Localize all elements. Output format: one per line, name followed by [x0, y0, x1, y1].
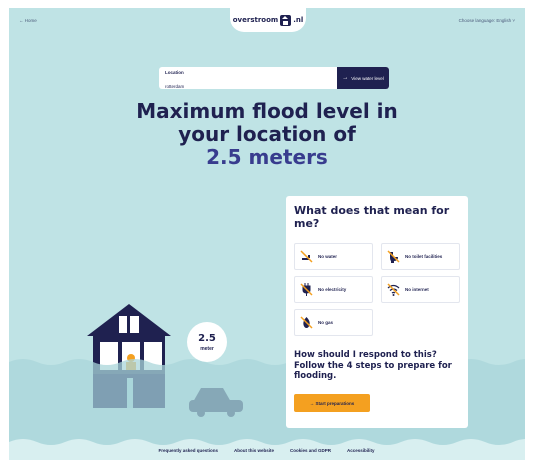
page-background: ← Home overstroom .nl Choose language: E…	[9, 8, 525, 460]
top-bar: ← Home overstroom .nl Choose language: E…	[9, 8, 525, 32]
logo-text: overstroom	[232, 16, 279, 24]
submerged-house-pillar	[127, 378, 133, 408]
view-water-level-button[interactable]: → View water level	[337, 67, 389, 89]
location-label: Location	[165, 70, 184, 75]
level-marker-value: 2.5	[198, 333, 216, 344]
impact-label: No internet	[405, 286, 429, 292]
page-title: Maximum flood level in your location of …	[109, 100, 425, 169]
flood-level-value: 2.5 meters	[206, 145, 328, 169]
impact-label: No toilet facilities	[405, 253, 443, 259]
impact-card-title: What does that mean for me?	[294, 204, 450, 230]
respond-text: How should I respond to this? Follow the…	[294, 350, 452, 381]
language-selector[interactable]: Choose language: English ˅	[459, 18, 515, 23]
no-water-icon	[299, 249, 314, 264]
location-search: Location → View water level	[159, 67, 389, 89]
logo[interactable]: overstroom .nl	[230, 8, 306, 32]
impact-label: No gas	[318, 319, 334, 325]
arrow-right-icon: →	[342, 75, 349, 81]
no-toilet-icon	[386, 249, 401, 264]
view-water-level-label: View water level	[351, 75, 384, 81]
impact-label: No electricity	[318, 286, 347, 292]
footer-link-cookies[interactable]: Cookies and GDPR	[290, 448, 331, 460]
impact-no-internet: No internet	[381, 276, 460, 303]
impact-no-gas: No gas	[294, 309, 373, 336]
level-marker-unit: meter	[200, 346, 214, 352]
footer: Frequently asked questions About this we…	[0, 448, 533, 460]
impact-label: No water	[318, 253, 338, 259]
footer-link-about[interactable]: About this website	[234, 448, 274, 460]
impact-card: What does that mean for me? No water No …	[286, 196, 468, 428]
logo-suffix: .nl	[293, 16, 304, 24]
no-gas-icon	[299, 315, 314, 330]
no-electricity-icon	[299, 282, 314, 297]
no-internet-icon	[386, 282, 401, 297]
impact-no-toilet: No toilet facilities	[381, 243, 460, 270]
impact-no-electricity: No electricity	[294, 276, 373, 303]
title-text: Maximum flood level in your location of	[136, 99, 398, 146]
footer-link-accessibility[interactable]: Accessibility	[347, 448, 375, 460]
start-preparations-button[interactable]: → Start preparations	[294, 394, 370, 412]
location-field[interactable]: Location	[159, 67, 337, 89]
impact-no-water: No water	[294, 243, 373, 270]
footer-link-faq[interactable]: Frequently asked questions	[158, 448, 218, 460]
home-link[interactable]: ← Home	[19, 18, 37, 23]
house-icon	[280, 14, 292, 26]
location-input[interactable]	[165, 84, 315, 89]
